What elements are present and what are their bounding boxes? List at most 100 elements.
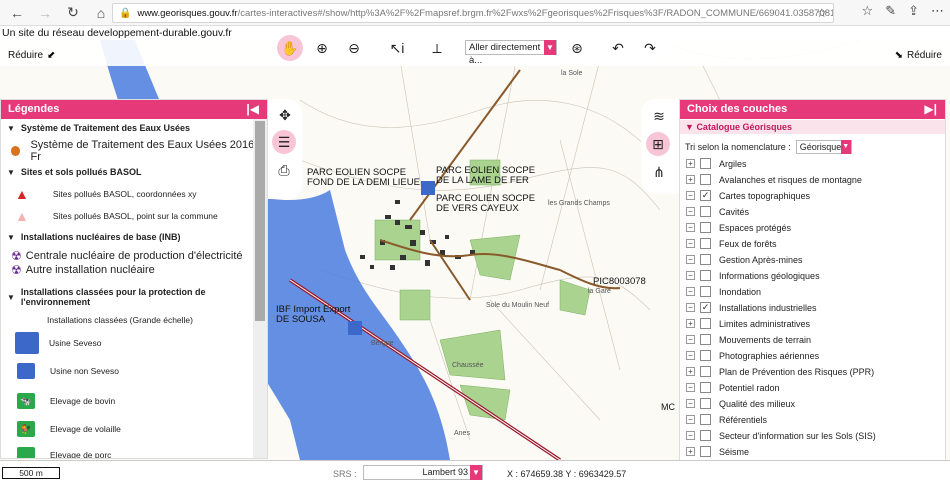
layer-checkbox[interactable] bbox=[700, 158, 711, 169]
layer-checkbox[interactable] bbox=[700, 414, 711, 425]
layer-checkbox[interactable] bbox=[700, 366, 711, 377]
network-icon[interactable]: ⋔ bbox=[647, 160, 671, 184]
move-icon[interactable]: ✥ bbox=[273, 103, 297, 127]
collapse-icon[interactable]: − bbox=[686, 271, 695, 280]
srs-select[interactable]: Lambert 93 ▼ bbox=[363, 465, 483, 480]
undo-icon[interactable]: ↶ bbox=[605, 35, 631, 61]
expand-icon[interactable]: + bbox=[686, 175, 695, 184]
zoom-in-icon[interactable]: ⊕ bbox=[309, 35, 335, 61]
nomenclature-label: Tri selon la nomenclature : bbox=[685, 142, 791, 152]
refresh-icon[interactable]: ↻ bbox=[62, 2, 84, 24]
collapse-icon[interactable]: − bbox=[686, 287, 695, 296]
layer-row[interactable]: − ✓ Installations industrielles bbox=[686, 302, 817, 313]
layer-checkbox[interactable] bbox=[700, 254, 711, 265]
share-icon[interactable]: ⇪ bbox=[908, 3, 919, 19]
collapse-icon[interactable]: − bbox=[686, 255, 695, 264]
catalog-header[interactable]: ▼ Catalogue Géorisques bbox=[680, 120, 945, 134]
measure-icon[interactable]: ⟂ bbox=[424, 35, 450, 61]
layer-checkbox[interactable] bbox=[700, 446, 711, 457]
layer-row[interactable]: + Avalanches et risques de montagne bbox=[686, 174, 862, 185]
address-bar[interactable]: 🔒 www.georisques.gouv.fr/cartes-interact… bbox=[112, 3, 834, 23]
legend-section[interactable]: ▼ Système de Traitement des Eaux Usées bbox=[7, 123, 190, 133]
reduce-right-button[interactable]: ⬊ Réduire bbox=[895, 50, 942, 61]
expand-icon[interactable]: + bbox=[686, 367, 695, 376]
nomenclature-select[interactable]: Géorisques ▼ bbox=[795, 140, 852, 154]
layers-icon[interactable]: ≋ bbox=[647, 104, 671, 128]
layer-checkbox[interactable] bbox=[700, 398, 711, 409]
legend-scrollbar[interactable] bbox=[253, 119, 267, 458]
installation-marker[interactable] bbox=[348, 321, 362, 335]
collapse-icon[interactable]: − bbox=[686, 335, 695, 344]
lock-icon: 🔒 bbox=[119, 7, 132, 19]
collapse-icon[interactable]: − bbox=[686, 239, 695, 248]
scrollbar-thumb[interactable] bbox=[255, 121, 265, 321]
collapse-icon[interactable]: − bbox=[686, 431, 695, 440]
layer-checkbox[interactable] bbox=[700, 238, 711, 249]
legend-list-icon[interactable]: ☰ bbox=[272, 130, 296, 154]
goto-select[interactable]: Aller directement à... ▼ bbox=[465, 40, 557, 66]
collapse-icon[interactable]: − bbox=[686, 399, 695, 408]
layer-checkbox[interactable] bbox=[700, 382, 711, 393]
layer-row[interactable]: − ✓ Cartes topographiques bbox=[686, 190, 810, 201]
forward-icon[interactable]: → bbox=[34, 2, 56, 24]
pan-hand-icon[interactable]: ✋ bbox=[277, 35, 303, 61]
layer-row[interactable]: + Limites administratives bbox=[686, 318, 810, 329]
layer-row[interactable]: + Plan de Prévention des Risques (PPR) bbox=[686, 366, 874, 377]
redo-icon[interactable]: ↷ bbox=[637, 35, 663, 61]
legend-section[interactable]: ▼ Installations classées pour la protecti… bbox=[7, 287, 255, 307]
bookmark-star-icon[interactable]: ☆ bbox=[816, 6, 827, 20]
layer-checkbox[interactable] bbox=[700, 318, 711, 329]
layer-row[interactable]: − Référentiels bbox=[686, 414, 767, 425]
layer-checkbox[interactable] bbox=[700, 222, 711, 233]
collapse-icon[interactable]: − bbox=[686, 351, 695, 360]
layer-row[interactable]: − Photographies aériennes bbox=[686, 350, 819, 361]
layer-checkbox[interactable] bbox=[700, 206, 711, 217]
layer-checkbox[interactable] bbox=[700, 270, 711, 281]
legend-section[interactable]: ▼ Installations nucléaires de base (INB) bbox=[7, 232, 180, 242]
layer-checkbox[interactable] bbox=[700, 286, 711, 297]
layer-row[interactable]: + Argiles bbox=[686, 158, 747, 169]
layer-row[interactable]: − Inondation bbox=[686, 286, 761, 297]
legend-section[interactable]: ▼ Sites et sols pollués BASOL bbox=[7, 167, 141, 177]
layer-checkbox[interactable]: ✓ bbox=[700, 190, 711, 201]
layer-row[interactable]: − Informations géologiques bbox=[686, 270, 820, 281]
more-icon[interactable]: ⋯ bbox=[931, 3, 944, 19]
layer-row[interactable]: − Espaces protégés bbox=[686, 222, 791, 233]
layer-row[interactable]: − Potentiel radon bbox=[686, 382, 780, 393]
layer-row[interactable]: − Secteur d'information sur les Sols (SIS… bbox=[686, 430, 876, 441]
layer-checkbox[interactable] bbox=[700, 334, 711, 345]
favorites-icon[interactable]: ☆ bbox=[862, 3, 874, 19]
reduce-left-button[interactable]: Réduire ⬋ bbox=[8, 50, 55, 61]
add-layer-icon[interactable]: ⊞ bbox=[646, 132, 670, 156]
expand-icon[interactable]: + bbox=[686, 447, 695, 456]
layer-row[interactable]: − Mouvements de terrain bbox=[686, 334, 811, 345]
collapse-icon[interactable]: − bbox=[686, 207, 695, 216]
collapse-icon[interactable]: − bbox=[686, 223, 695, 232]
info-cursor-icon[interactable]: ↖i bbox=[384, 35, 410, 61]
back-icon[interactable]: ← bbox=[6, 2, 28, 24]
collapse-icon[interactable]: − bbox=[686, 303, 695, 312]
collapse-icon[interactable]: − bbox=[686, 383, 695, 392]
pen-icon[interactable]: ✎ bbox=[885, 3, 896, 19]
layer-checkbox[interactable] bbox=[700, 174, 711, 185]
layer-row[interactable]: − Gestion Après-mines bbox=[686, 254, 803, 265]
layer-checkbox[interactable]: ✓ bbox=[700, 302, 711, 313]
installation-marker[interactable] bbox=[421, 181, 435, 195]
layer-row[interactable]: − Cavités bbox=[686, 206, 749, 217]
layer-checkbox[interactable] bbox=[700, 350, 711, 361]
home-icon[interactable]: ⌂ bbox=[90, 2, 112, 24]
collapse-icon[interactable]: − bbox=[686, 191, 695, 200]
zoom-out-icon[interactable]: ⊖ bbox=[341, 35, 367, 61]
print-icon[interactable]: ⎙ bbox=[272, 158, 296, 182]
layer-row[interactable]: + Séisme bbox=[686, 446, 749, 457]
layer-row[interactable]: − Qualité des milieux bbox=[686, 398, 795, 409]
layer-checkbox[interactable] bbox=[700, 430, 711, 441]
legend-list: ▼ Système de Traitement des Eaux Usées Sy… bbox=[1, 119, 255, 458]
expand-icon[interactable]: + bbox=[686, 159, 695, 168]
collapse-left-icon[interactable]: |◀ bbox=[246, 100, 259, 119]
layer-row[interactable]: − Feux de forêts bbox=[686, 238, 777, 249]
globe-icon[interactable]: ⊛ bbox=[564, 35, 590, 61]
collapse-icon[interactable]: − bbox=[686, 415, 695, 424]
expand-icon[interactable]: + bbox=[686, 319, 695, 328]
collapse-right-icon[interactable]: ▶| bbox=[924, 100, 937, 119]
